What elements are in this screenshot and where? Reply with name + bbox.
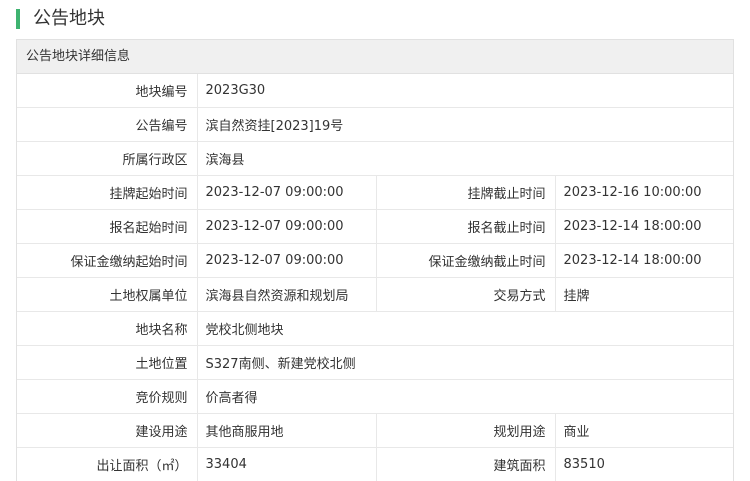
detail-panel: 公告地块详细信息 地块编号 2023G30 公告编号 滨自然资挂[2023]19…: [16, 39, 734, 481]
location-label: 土地位置: [17, 345, 198, 380]
table-row: 地块编号 2023G30: [17, 74, 733, 108]
panel-title: 公告地块详细信息: [17, 40, 733, 74]
table-row: 土地位置 S327南侧、新建党校北侧: [17, 345, 733, 380]
page-title: 公告地块: [33, 8, 105, 29]
plot-no-value: 2023G30: [197, 74, 733, 108]
listing-start-label: 挂牌起始时间: [17, 175, 198, 210]
notice-no-label: 公告编号: [17, 107, 198, 142]
deposit-start-value: 2023-12-07 09:00:00: [197, 243, 377, 278]
notice-no-value: 滨自然资挂[2023]19号: [197, 107, 733, 142]
plot-name-value: 党校北侧地块: [197, 311, 733, 346]
owner-value: 滨海县自然资源和规划局: [197, 277, 377, 312]
table-row: 土地权属单位 滨海县自然资源和规划局 交易方式 挂牌: [17, 277, 733, 312]
plan-use-label: 规划用途: [376, 413, 556, 448]
table-row: 地块名称 党校北侧地块: [17, 311, 733, 346]
listing-end-label: 挂牌截止时间: [376, 175, 556, 210]
title-accent-bar: [16, 9, 20, 29]
table-row: 竞价规则 价高者得: [17, 379, 733, 414]
plot-no-label: 地块编号: [17, 74, 198, 108]
plot-name-label: 地块名称: [17, 311, 198, 346]
owner-label: 土地权属单位: [17, 277, 198, 312]
deposit-start-label: 保证金缴纳起始时间: [17, 243, 198, 278]
table-row: 所属行政区 滨海县: [17, 141, 733, 176]
build-use-value: 其他商服用地: [197, 413, 377, 448]
table-row: 出让面积（㎡） 33404 建筑面积 83510: [17, 447, 733, 481]
location-value: S327南侧、新建党校北侧: [197, 345, 733, 380]
listing-start-value: 2023-12-07 09:00:00: [197, 175, 377, 210]
build-area-label: 建筑面积: [376, 447, 556, 481]
deposit-end-value: 2023-12-14 18:00:00: [555, 243, 733, 278]
trade-method-label: 交易方式: [376, 277, 556, 312]
bid-rule-value: 价高者得: [197, 379, 733, 414]
build-area-value: 83510: [563, 457, 605, 472]
plan-use-value: 商业: [555, 413, 733, 448]
table-row: 公告编号 滨自然资挂[2023]19号: [17, 107, 733, 142]
table-row: 挂牌起始时间 2023-12-07 09:00:00 挂牌截止时间 2023-1…: [17, 175, 733, 210]
signup-start-value: 2023-12-07 09:00:00: [197, 209, 377, 244]
bid-rule-label: 竞价规则: [17, 379, 198, 414]
detail-table: 地块编号 2023G30 公告编号 滨自然资挂[2023]19号 所属行政区 滨…: [17, 74, 733, 481]
signup-start-label: 报名起始时间: [17, 209, 198, 244]
table-row: 报名起始时间 2023-12-07 09:00:00 报名截止时间 2023-1…: [17, 209, 733, 244]
area-value: 33404: [197, 447, 377, 481]
listing-end-value: 2023-12-16 10:00:00: [555, 175, 733, 210]
signup-end-value: 2023-12-14 18:00:00: [555, 209, 733, 244]
trade-method-value: 挂牌: [555, 277, 733, 312]
district-value: 滨海县: [197, 141, 733, 176]
signup-end-label: 报名截止时间: [376, 209, 556, 244]
deposit-end-label: 保证金缴纳截止时间: [376, 243, 556, 278]
table-row: 保证金缴纳起始时间 2023-12-07 09:00:00 保证金缴纳截止时间 …: [17, 243, 733, 278]
district-label: 所属行政区: [17, 141, 198, 176]
table-row: 建设用途 其他商服用地 规划用途 商业: [17, 413, 733, 448]
build-use-label: 建设用途: [17, 413, 198, 448]
area-label: 出让面积（㎡）: [17, 447, 198, 481]
page-header: 公告地块: [0, 0, 750, 38]
